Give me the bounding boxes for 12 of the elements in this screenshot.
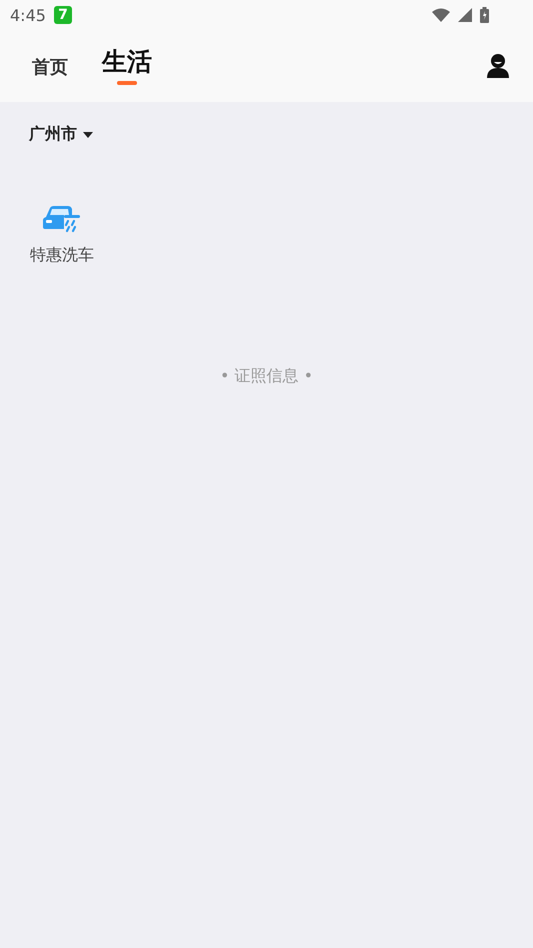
tab[interactable]: 生活	[102, 47, 152, 85]
car-wash-icon	[42, 203, 82, 235]
notification-icon: 7	[54, 6, 72, 24]
wifi-icon	[432, 8, 450, 22]
city-selector[interactable]: 广州市	[29, 124, 93, 145]
user-icon[interactable]	[487, 54, 509, 78]
signal-icon	[458, 8, 472, 22]
status-time: 4:45	[10, 6, 46, 24]
battery-icon	[480, 7, 489, 23]
service-item[interactable]: 特惠洗车	[30, 203, 94, 266]
tab[interactable]: 首页	[32, 57, 68, 79]
caret-icon	[83, 132, 93, 138]
